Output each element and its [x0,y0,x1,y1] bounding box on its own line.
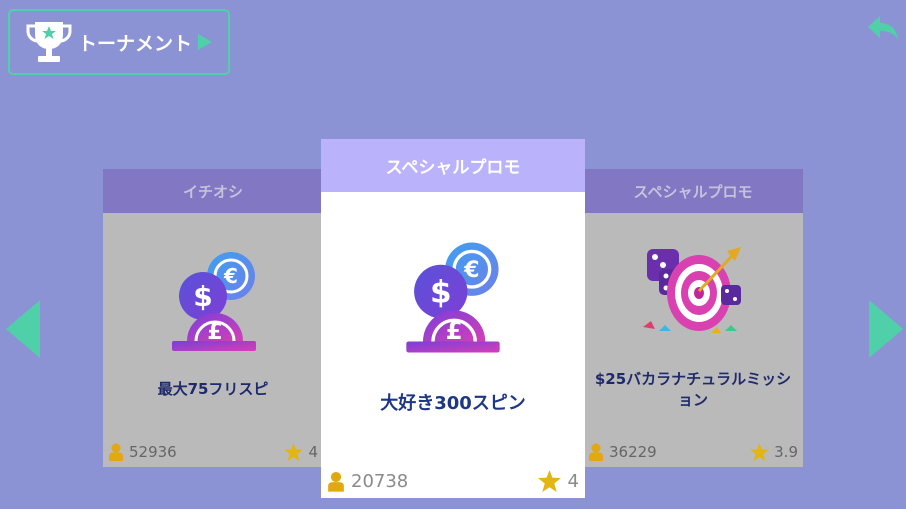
back-arrow-icon[interactable] [866,12,900,44]
promo-card[interactable]: スペシャルプロモ $25バカラナチュラルミッション 36229 3.9 [583,169,803,467]
card-header: スペシャルプロモ [583,169,803,213]
svg-text:€: € [463,257,479,283]
rating-value: 4 [567,470,579,492]
previous-arrow-icon[interactable] [6,300,40,358]
dice-target-icon [643,247,741,333]
star-icon [750,443,770,461]
player-count-value: 20738 [351,471,409,492]
tournament-button[interactable]: トーナメント [8,9,230,75]
rating-value: 3.9 [774,443,798,461]
trophy-icon [26,22,72,62]
player-count: 52936 [108,443,177,461]
next-arrow-icon[interactable] [869,300,903,358]
play-arrow-icon [198,34,213,50]
user-icon [328,471,344,492]
player-count-value: 36229 [609,443,657,461]
player-count-value: 52936 [129,443,177,461]
rating-value: 4 [308,443,318,461]
user-icon [109,443,123,461]
card-header: スペシャルプロモ [321,139,585,192]
card-title: 大好き300スピン [380,393,526,414]
svg-text:€: € [223,264,238,288]
svg-text:£: £ [446,316,463,345]
star-icon [284,443,304,461]
player-count: 36229 [588,443,657,461]
user-icon [589,443,603,461]
promo-card-selected[interactable]: スペシャルプロモ € $ £ 大好き300スピン 20738 4 [321,139,585,498]
svg-text:$: $ [193,280,212,313]
card-title: 最大75フリスピ [157,380,269,398]
card-title: $25バカラナチュラルミッション [594,370,792,409]
currency-coins-icon: € $ £ [406,242,500,353]
star-icon [537,470,561,492]
player-count: 20738 [327,471,408,492]
promo-card[interactable]: イチオシ € $ £ 最大75フリスピ 52936 4 [103,169,323,467]
svg-text:$: $ [430,275,452,311]
tournament-label: トーナメント [78,32,193,55]
card-header: イチオシ [103,169,323,213]
rating: 4 [537,470,579,492]
rating: 3.9 [750,443,798,461]
currency-coins-icon: € $ £ [172,252,256,351]
rating: 4 [284,443,318,461]
